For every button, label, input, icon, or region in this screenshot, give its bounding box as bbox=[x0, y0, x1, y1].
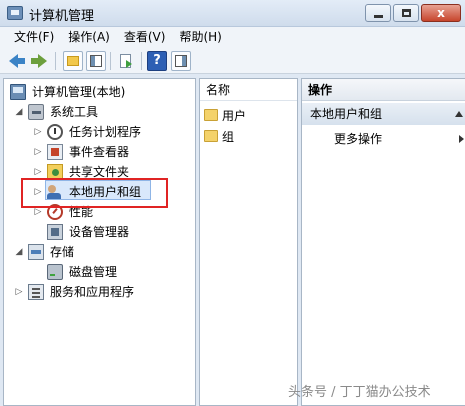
menu-file[interactable]: 文件(F) bbox=[0, 27, 61, 47]
menu-bar: 文件(F) 操作(A) 查看(V) 帮助(H) bbox=[0, 27, 465, 47]
folder-icon bbox=[204, 109, 218, 121]
toolbar-separator bbox=[55, 52, 56, 70]
forward-button[interactable] bbox=[29, 51, 49, 71]
clock-icon bbox=[47, 124, 63, 140]
column-header-name[interactable]: 名称 bbox=[200, 79, 297, 101]
collapse-up-icon[interactable] bbox=[455, 111, 463, 117]
toolbar: ? bbox=[0, 47, 465, 74]
action-pane-title: 操作 bbox=[302, 79, 465, 101]
show-hide-tree-button[interactable] bbox=[86, 51, 106, 71]
up-level-button[interactable] bbox=[63, 51, 83, 71]
list-item-label: 组 bbox=[222, 130, 235, 144]
tree-item-label: 计算机管理(本地) bbox=[32, 85, 126, 99]
action-pane: 操作 本地用户和组 更多操作 bbox=[301, 78, 465, 406]
tree-item-label: 服务和应用程序 bbox=[50, 285, 135, 299]
help-button[interactable]: ? bbox=[147, 51, 167, 71]
action-section-local-users-groups[interactable]: 本地用户和组 bbox=[302, 103, 465, 125]
highlight-annotation-box bbox=[21, 178, 168, 208]
collapse-icon[interactable]: ◢ bbox=[14, 103, 24, 121]
expand-icon[interactable]: ▷ bbox=[33, 123, 43, 141]
minimize-button[interactable] bbox=[365, 4, 391, 22]
tree-item-label: 存储 bbox=[50, 245, 75, 259]
computer-management-icon bbox=[7, 6, 23, 20]
toolbar-separator bbox=[110, 52, 111, 70]
storage-icon bbox=[28, 244, 44, 260]
watermark-text: 头条号 / 丁丁猫办公技术 bbox=[288, 385, 431, 400]
menu-help[interactable]: 帮助(H) bbox=[172, 27, 228, 47]
maximize-icon bbox=[402, 9, 411, 17]
show-hide-action-pane-button[interactable] bbox=[171, 51, 191, 71]
menu-action[interactable]: 操作(A) bbox=[61, 27, 117, 47]
tree-item-label: 系统工具 bbox=[50, 105, 99, 119]
tree-item-label: 事件查看器 bbox=[69, 145, 130, 159]
minimize-icon bbox=[374, 15, 383, 18]
export-icon bbox=[120, 54, 132, 68]
close-icon: x bbox=[437, 6, 445, 20]
folder-icon bbox=[204, 130, 218, 142]
tree-item-label: 任务计划程序 bbox=[69, 125, 142, 139]
close-button[interactable]: x bbox=[421, 4, 461, 22]
device-manager-icon bbox=[47, 224, 63, 240]
tree-item-label: 设备管理器 bbox=[69, 225, 130, 239]
title-bar: 计算机管理 x bbox=[0, 0, 465, 27]
submenu-arrow-icon bbox=[459, 135, 464, 143]
more-actions-item[interactable]: 更多操作 bbox=[334, 130, 382, 148]
tree-item-label: 磁盘管理 bbox=[69, 265, 118, 279]
menu-view[interactable]: 查看(V) bbox=[117, 27, 173, 47]
folder-up-icon bbox=[67, 56, 79, 66]
console-tree-icon bbox=[90, 55, 102, 67]
window-controls: x bbox=[363, 4, 461, 22]
results-pane[interactable]: 名称 用户 组 bbox=[199, 78, 298, 406]
list-item-label: 用户 bbox=[222, 109, 247, 123]
tools-icon bbox=[28, 104, 44, 120]
export-list-button[interactable] bbox=[116, 51, 136, 71]
window-title: 计算机管理 bbox=[29, 9, 95, 24]
console-tree[interactable]: 计算机管理(本地) ◢ 系统工具 ▷ 任务计划程序 ▷ 事件查看器 ▷ 共享文件… bbox=[3, 78, 196, 406]
expand-icon[interactable]: ▷ bbox=[14, 283, 24, 301]
expand-icon[interactable]: ▷ bbox=[33, 143, 43, 161]
disk-icon bbox=[47, 264, 63, 280]
computer-icon bbox=[10, 84, 26, 100]
services-icon bbox=[28, 284, 44, 300]
toolbar-separator bbox=[141, 52, 142, 70]
maximize-button[interactable] bbox=[393, 4, 419, 22]
action-section-label: 本地用户和组 bbox=[310, 107, 383, 121]
forward-arrow-icon bbox=[38, 54, 47, 68]
collapse-icon[interactable]: ◢ bbox=[14, 243, 24, 261]
event-viewer-icon bbox=[47, 144, 63, 160]
help-icon: ? bbox=[153, 53, 161, 68]
action-pane-icon bbox=[175, 55, 187, 67]
back-button[interactable] bbox=[7, 51, 27, 71]
